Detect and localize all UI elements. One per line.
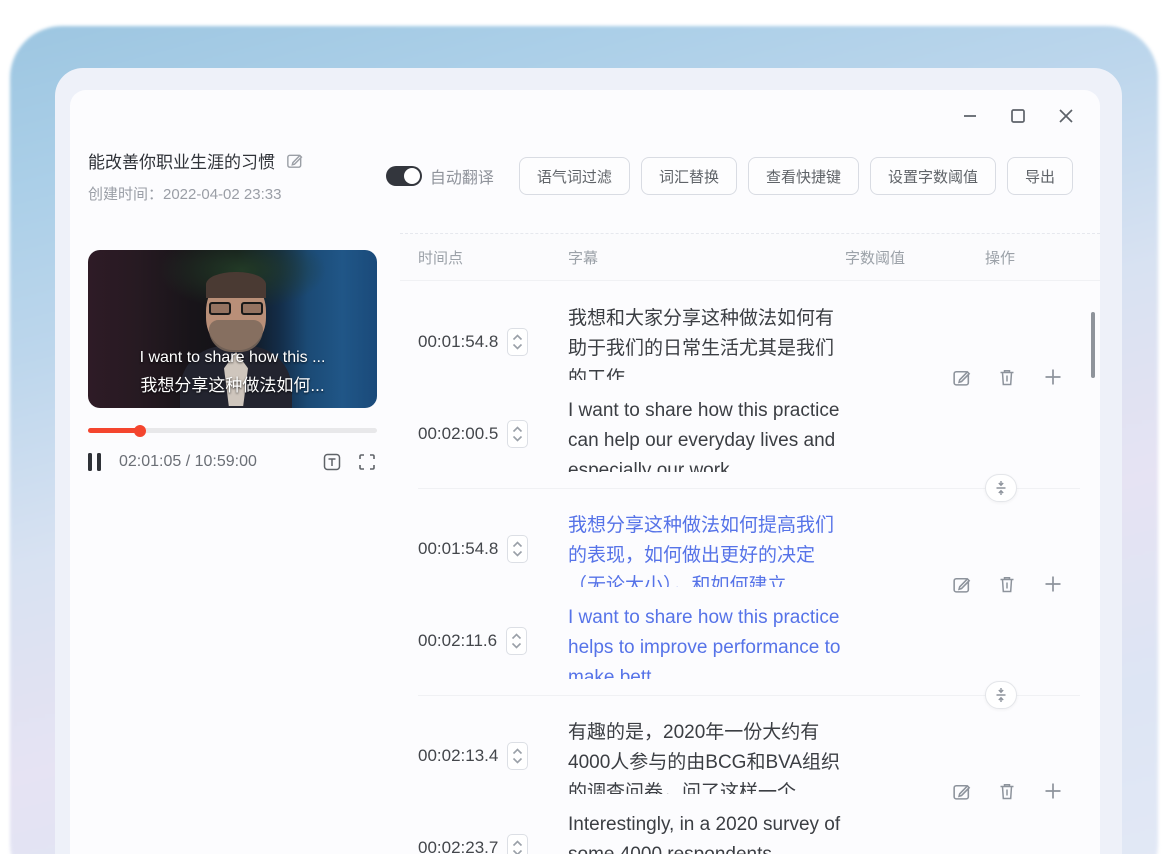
table-header: 时间点 字幕 字数阈值 操作 <box>400 234 1100 281</box>
timestamp-cell: 00:02:13.4 <box>418 718 568 794</box>
timestamp-value: 00:02:11.6 <box>418 631 497 651</box>
subtitle-row: 00:02:23.7 Interestingly, in a 2020 surv… <box>400 810 1100 854</box>
timestamp-value: 00:02:13.4 <box>418 746 498 766</box>
add-subtitle-button[interactable] <box>1042 573 1064 595</box>
timestamp-value: 00:02:00.5 <box>418 424 498 444</box>
delete-subtitle-button[interactable] <box>997 574 1017 595</box>
subtitle-text[interactable]: I want to share how this practice can he… <box>568 396 845 472</box>
video-preview[interactable]: I want to share how this ... 我想分享这种做法如何.… <box>88 250 377 408</box>
edit-subtitle-button[interactable] <box>951 781 972 802</box>
subtitle-text-cell: Interestingly, in a 2020 survey of some … <box>568 810 845 854</box>
subtitle-table: 时间点 字幕 字数阈值 操作 00:01:54.8 我想和大家分享这种做法如何有… <box>400 233 1100 854</box>
progress-fill <box>88 428 140 433</box>
subtitle-text[interactable]: Interestingly, in a 2020 survey of some … <box>568 810 845 854</box>
window-controls <box>958 104 1078 128</box>
close-button[interactable] <box>1054 104 1078 128</box>
subtitle-display-icon[interactable] <box>322 452 342 472</box>
timestamp-stepper[interactable] <box>506 627 527 655</box>
timestamp-cell: 00:01:54.8 <box>418 511 568 587</box>
subtitle-pair-group: 00:01:54.8 我想和大家分享这种做法如何有助于我们的日常生活尤其是我们的… <box>400 282 1100 489</box>
timestamp-stepper[interactable] <box>507 742 528 770</box>
window-header: 能改善你职业生涯的习惯 创建时间：2022-04-02 23:33 自动翻译 语… <box>88 148 1073 204</box>
delete-subtitle-button[interactable] <box>997 367 1017 388</box>
edit-subtitle-button[interactable] <box>951 367 972 388</box>
header-actions: 操作 <box>985 247 1015 268</box>
video-subtitle-overlay: I want to share how this ... 我想分享这种做法如何.… <box>88 344 377 400</box>
toggle-knob <box>404 168 420 184</box>
subtitle-text-cell: 我想和大家分享这种做法如何有助于我们的日常生活尤其是我们的工作 <box>568 304 845 380</box>
edit-title-icon[interactable] <box>285 151 304 170</box>
header-word-threshold: 字数阈值 <box>845 247 985 268</box>
toolbar: 自动翻译 语气词过滤 词汇替换 查看快捷键 设置字数阈值 导出 <box>386 157 1073 195</box>
subtitle-row: 00:02:00.5 I want to share how this prac… <box>400 396 1100 472</box>
subtitle-text[interactable]: 我想分享这种做法如何提高我们的表现，如何做出更好的决定（无论大小），和如何建立 <box>568 511 845 587</box>
subtitle-text[interactable]: I want to share how this practice helps … <box>568 603 845 679</box>
subtitle-text-cell: 有趣的是，2020年一份大约有4000人参与的由BCG和BVA组织的调查问卷，问… <box>568 718 845 794</box>
auto-translate-toggle[interactable] <box>386 166 422 186</box>
subtitle-text[interactable]: 有趣的是，2020年一份大约有4000人参与的由BCG和BVA组织的调查问卷，问… <box>568 718 845 794</box>
timestamp-stepper[interactable] <box>507 328 528 356</box>
progress-handle[interactable] <box>134 425 146 437</box>
timestamp-cell: 00:02:11.6 <box>418 603 568 679</box>
timestamp-stepper[interactable] <box>507 834 528 854</box>
subtitle-text-cell: 我想分享这种做法如何提高我们的表现，如何做出更好的决定（无论大小），和如何建立 <box>568 511 845 587</box>
player-controls: 02:01:05 / 10:59:00 <box>88 452 377 472</box>
filler-word-filter-button[interactable]: 语气词过滤 <box>519 157 630 195</box>
timestamp-cell: 00:02:00.5 <box>418 396 568 472</box>
vocabulary-replace-button[interactable]: 词汇替换 <box>641 157 737 195</box>
row-actions <box>951 573 1064 595</box>
progress-bar[interactable] <box>88 428 377 433</box>
timestamp-stepper[interactable] <box>507 420 528 448</box>
main-content: I want to share how this ... 我想分享这种做法如何.… <box>70 233 1100 854</box>
subtitle-pair-group: 00:02:13.4 有趣的是，2020年一份大约有4000人参与的由BCG和B… <box>400 696 1100 854</box>
timestamp-cell: 00:02:23.7 <box>418 810 568 854</box>
pause-button[interactable] <box>88 453 101 471</box>
video-subtitle-zh: 我想分享这种做法如何... <box>88 371 377 400</box>
auto-translate-control: 自动翻译 <box>386 164 494 188</box>
timestamp-stepper[interactable] <box>507 535 528 563</box>
maximize-button[interactable] <box>1006 104 1030 128</box>
subtitle-pair-group: 00:01:54.8 我想分享这种做法如何提高我们的表现，如何做出更好的决定（无… <box>400 489 1100 696</box>
view-shortcuts-button[interactable]: 查看快捷键 <box>748 157 859 195</box>
app-window: 能改善你职业生涯的习惯 创建时间：2022-04-02 23:33 自动翻译 语… <box>70 90 1100 854</box>
created-time: 创建时间：2022-04-02 23:33 <box>88 183 304 204</box>
page-background: 能改善你职业生涯的习惯 创建时间：2022-04-02 23:33 自动翻译 语… <box>0 0 1168 854</box>
set-word-threshold-button[interactable]: 设置字数阈值 <box>870 157 996 195</box>
header-subtitle: 字幕 <box>568 247 845 268</box>
fullscreen-icon[interactable] <box>357 452 377 472</box>
title-block: 能改善你职业生涯的习惯 创建时间：2022-04-02 23:33 <box>88 148 304 204</box>
add-subtitle-button[interactable] <box>1042 780 1064 802</box>
row-actions <box>951 780 1064 802</box>
subtitle-text-cell: I want to share how this practice helps … <box>568 603 845 679</box>
scrollbar-thumb[interactable] <box>1091 312 1095 378</box>
auto-translate-label: 自动翻译 <box>430 164 494 188</box>
timestamp-value: 00:01:54.8 <box>418 539 498 559</box>
subtitle-row: 00:02:11.6 I want to share how this prac… <box>400 603 1100 679</box>
export-button[interactable]: 导出 <box>1007 157 1073 195</box>
timestamp-value: 00:01:54.8 <box>418 332 498 352</box>
subtitle-text-cell: I want to share how this practice can he… <box>568 396 845 472</box>
playback-time: 02:01:05 / 10:59:00 <box>119 453 257 471</box>
minimize-button[interactable] <box>958 104 982 128</box>
subtitle-list: 00:01:54.8 我想和大家分享这种做法如何有助于我们的日常生活尤其是我们的… <box>400 282 1100 854</box>
video-subtitle-en: I want to share how this ... <box>88 344 377 371</box>
player-panel: I want to share how this ... 我想分享这种做法如何.… <box>70 233 400 854</box>
row-actions <box>951 366 1064 388</box>
timestamp-cell: 00:01:54.8 <box>418 304 568 380</box>
header-timepoint: 时间点 <box>418 247 568 268</box>
add-subtitle-button[interactable] <box>1042 366 1064 388</box>
subtitle-text[interactable]: 我想和大家分享这种做法如何有助于我们的日常生活尤其是我们的工作 <box>568 304 845 380</box>
timestamp-value: 00:02:23.7 <box>418 838 498 854</box>
page-title: 能改善你职业生涯的习惯 <box>88 148 275 173</box>
edit-subtitle-button[interactable] <box>951 574 972 595</box>
delete-subtitle-button[interactable] <box>997 781 1017 802</box>
